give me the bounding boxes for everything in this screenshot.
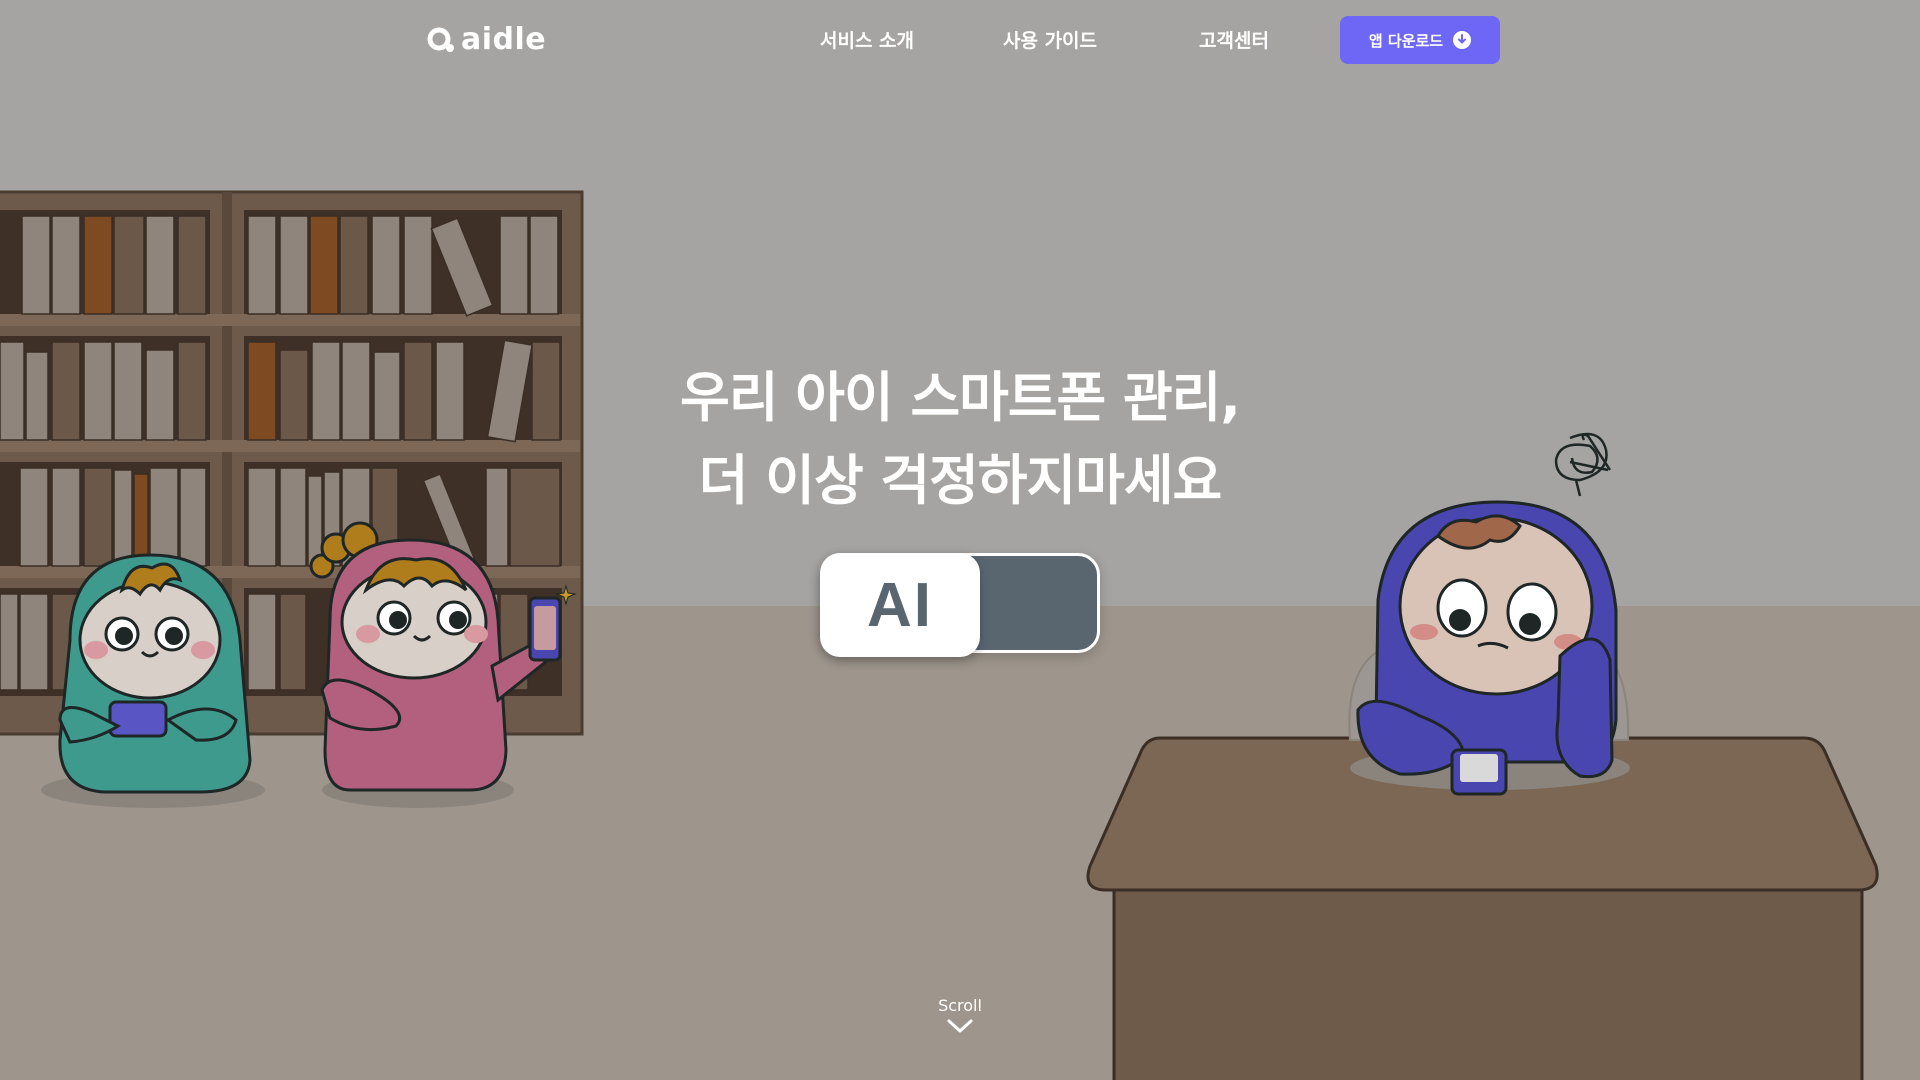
nav-usage-guide[interactable]: 사용 가이드 — [1003, 26, 1097, 53]
ai-toggle-label: AI — [867, 570, 933, 640]
hero-illustration — [0, 190, 1879, 1080]
nav-customer-center[interactable]: 고객센터 — [1199, 26, 1269, 53]
nav-service-intro[interactable]: 서비스 소개 — [820, 26, 914, 53]
download-icon — [1453, 31, 1472, 49]
app-download-label: 앱 다운로드 — [1368, 31, 1444, 50]
ai-toggle-knob[interactable]: AI — [820, 553, 980, 657]
scroll-indicator[interactable]: Scroll — [920, 996, 1000, 1033]
hero-title-line1: 우리 아이 스마트폰 관리, — [680, 366, 1241, 429]
logo-mark-icon — [427, 27, 454, 52]
scroll-label: Scroll — [938, 996, 982, 1015]
aidle-logo[interactable]: aidle — [427, 22, 546, 57]
hero-title-line2: 더 이상 걱정하지마세요 — [698, 449, 1222, 512]
scribble-icon — [1554, 432, 1612, 497]
ai-toggle[interactable]: AI — [820, 553, 1100, 657]
app-download-button[interactable]: 앱 다운로드 — [1340, 16, 1500, 64]
blue-character — [1348, 432, 1630, 796]
chevron-down-icon — [947, 1019, 973, 1033]
logo-text: aidle — [461, 22, 547, 57]
